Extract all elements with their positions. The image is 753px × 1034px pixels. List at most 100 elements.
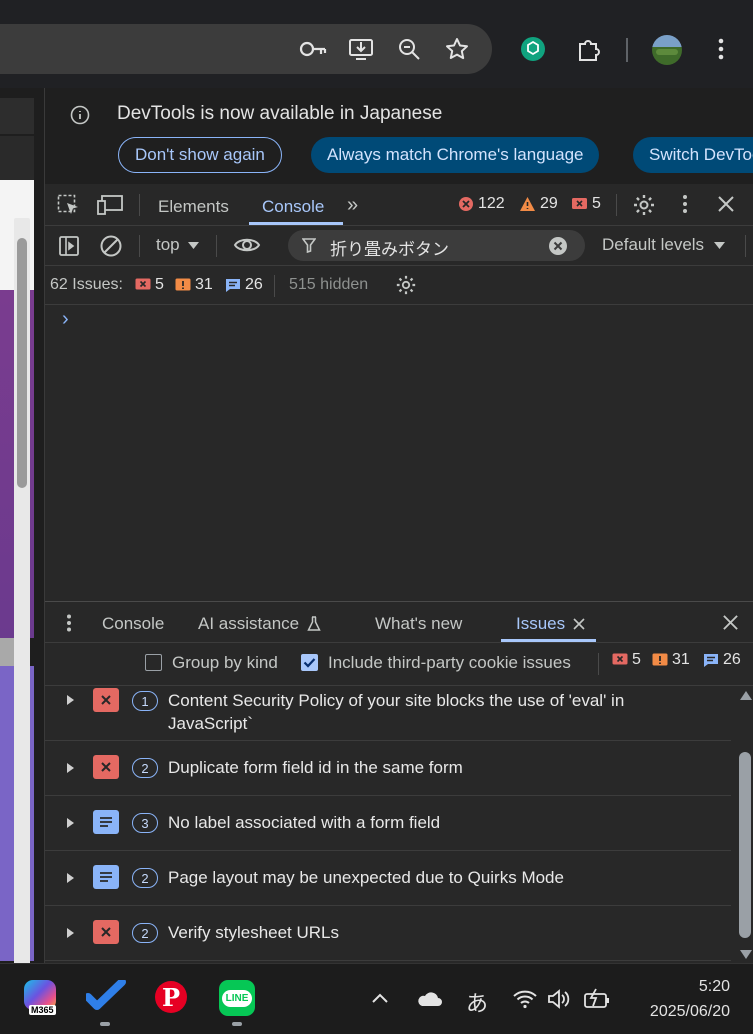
drawer-info-count: 26 bbox=[703, 651, 741, 669]
devtools-panel: DevTools is now available in Japanese Do… bbox=[44, 88, 753, 963]
m365-copilot-icon[interactable]: M365 bbox=[20, 978, 60, 1018]
issue-row[interactable]: 2 Verify stylesheet URLs bbox=[45, 906, 731, 961]
taskbar: M365 P LINE あ 5:20 2025/06/20 bbox=[0, 963, 753, 1034]
console-toolbar-divider-3 bbox=[745, 235, 746, 257]
profile-avatar[interactable] bbox=[652, 35, 682, 65]
error-count: 122 bbox=[478, 195, 505, 212]
page-scrollbar[interactable] bbox=[14, 218, 30, 994]
onedrive-cloud-icon[interactable] bbox=[416, 990, 442, 1007]
clock-date[interactable]: 2025/06/20 bbox=[620, 1003, 730, 1021]
issue-count-badge: 3 bbox=[132, 813, 158, 833]
issue-row[interactable]: 3 No label associated with a form field bbox=[45, 796, 731, 851]
issues-toolbar: Group by kind Include third-party cookie… bbox=[45, 643, 753, 686]
group-by-kind-checkbox[interactable] bbox=[145, 654, 162, 671]
console-toolbar-divider-2 bbox=[216, 235, 217, 257]
settings-gear-icon[interactable] bbox=[632, 193, 656, 217]
clear-console-icon[interactable] bbox=[99, 234, 123, 258]
error-icon bbox=[459, 197, 473, 211]
address-bar[interactable] bbox=[0, 24, 492, 74]
chevron-up-icon[interactable] bbox=[371, 993, 389, 1004]
tabbar-divider-2 bbox=[616, 194, 617, 216]
line-label: LINE bbox=[221, 989, 253, 1007]
include-third-party-checkbox[interactable] bbox=[301, 654, 318, 671]
zoom-icon[interactable] bbox=[394, 34, 424, 64]
console-toolbar: top 折り畳みボタン Default levels bbox=[45, 226, 753, 266]
bookmark-star-icon[interactable] bbox=[442, 34, 472, 64]
todo-app-icon[interactable] bbox=[86, 980, 126, 1026]
switch-to-japanese-button[interactable]: Switch DevTools to Japanese bbox=[633, 137, 753, 173]
tabbar-divider bbox=[139, 194, 140, 216]
expand-arrow-icon[interactable] bbox=[67, 763, 74, 773]
wifi-icon[interactable] bbox=[512, 989, 538, 1009]
issue-info-icon bbox=[93, 865, 119, 889]
issue-count-badge: 1 bbox=[132, 691, 158, 711]
clock-time[interactable]: 5:20 bbox=[620, 978, 730, 996]
close-devtools-icon[interactable] bbox=[717, 195, 735, 213]
expand-arrow-icon[interactable] bbox=[67, 818, 74, 828]
console-toolbar-divider bbox=[139, 235, 140, 257]
line-app-icon[interactable]: LINE bbox=[219, 980, 255, 1026]
chevron-down-icon bbox=[714, 241, 726, 249]
active-tab-indicator bbox=[249, 222, 343, 225]
issues-error-count: 5 bbox=[135, 276, 164, 294]
tab-console[interactable]: Console bbox=[262, 197, 324, 217]
issue-info-icon bbox=[93, 810, 119, 834]
issue-row[interactable]: 2 Page layout may be unexpected due to Q… bbox=[45, 851, 731, 906]
flask-icon bbox=[307, 616, 321, 631]
tab-elements[interactable]: Elements bbox=[158, 197, 229, 217]
dont-show-again-button[interactable]: Don't show again bbox=[118, 137, 282, 173]
console-filter-input[interactable]: 折り畳みボタン bbox=[288, 230, 585, 261]
expand-arrow-icon[interactable] bbox=[67, 695, 74, 705]
drawer-error-count: 5 bbox=[612, 651, 641, 669]
menu-icon[interactable] bbox=[706, 34, 736, 64]
install-icon[interactable] bbox=[346, 34, 376, 64]
close-drawer-icon[interactable] bbox=[722, 614, 739, 631]
issues-warning-count: 31 bbox=[175, 276, 213, 294]
live-expression-eye-icon[interactable] bbox=[233, 235, 261, 255]
drawer-tab-issues[interactable]: Issues bbox=[516, 614, 585, 634]
more-options-icon[interactable] bbox=[682, 194, 688, 214]
pinterest-icon[interactable]: P bbox=[155, 981, 187, 1013]
device-toolbar-icon[interactable] bbox=[97, 194, 125, 216]
drawer-warning-count: 31 bbox=[652, 651, 690, 669]
ime-indicator[interactable]: あ bbox=[466, 986, 488, 1018]
browser-toolbar bbox=[0, 0, 753, 88]
issue-row[interactable]: 2 Duplicate form field id in the same fo… bbox=[45, 741, 731, 796]
context-selector[interactable]: top bbox=[156, 235, 199, 255]
scrollbar-thumb[interactable] bbox=[739, 752, 751, 938]
issues-scrollbar[interactable] bbox=[736, 686, 753, 964]
drawer-tab-ai-assistance[interactable]: AI assistance bbox=[198, 614, 321, 634]
issue-count-badge: 2 bbox=[132, 923, 158, 943]
extensions-icon[interactable] bbox=[573, 34, 603, 64]
page-header-fragment bbox=[0, 98, 34, 134]
console-settings-gear-icon[interactable] bbox=[395, 274, 417, 296]
drawer-active-tab-indicator bbox=[501, 639, 596, 642]
log-levels-dropdown[interactable]: Default levels bbox=[602, 235, 726, 255]
issue-error-icon bbox=[612, 653, 628, 665]
warning-count-badge[interactable]: 29 bbox=[519, 195, 558, 213]
key-icon[interactable] bbox=[298, 34, 328, 64]
more-tabs-icon[interactable]: » bbox=[347, 194, 358, 217]
sidebar-toggle-icon[interactable] bbox=[58, 235, 80, 257]
speaker-icon[interactable] bbox=[547, 989, 571, 1009]
console-prompt[interactable]: › bbox=[62, 308, 69, 331]
issue-info-icon bbox=[226, 278, 240, 292]
issue-count-badge[interactable]: 5 bbox=[571, 195, 601, 213]
inspect-element-icon[interactable] bbox=[57, 194, 81, 216]
chatgpt-extension-icon[interactable] bbox=[518, 34, 548, 64]
issues-summary-bar[interactable]: 62 Issues: 5 31 26 515 hidden bbox=[45, 266, 753, 305]
include-third-party-label: Include third-party cookie issues bbox=[328, 653, 571, 672]
expand-arrow-icon[interactable] bbox=[67, 873, 74, 883]
expand-arrow-icon[interactable] bbox=[67, 928, 74, 938]
error-count-badge[interactable]: 122 bbox=[458, 195, 505, 213]
always-match-language-button[interactable]: Always match Chrome's language bbox=[311, 137, 600, 173]
issue-row[interactable]: 1 Content Security Policy of your site b… bbox=[45, 686, 731, 741]
drawer-tab-console[interactable]: Console bbox=[102, 614, 164, 634]
drawer-menu-icon[interactable] bbox=[66, 614, 72, 632]
battery-charging-icon[interactable] bbox=[583, 988, 611, 1010]
issue-warning-icon bbox=[175, 278, 191, 290]
console-output[interactable]: › bbox=[45, 305, 753, 601]
language-infobar: DevTools is now available in Japanese Do… bbox=[45, 88, 753, 184]
drawer-tab-whats-new[interactable]: What's new bbox=[375, 614, 462, 634]
issues-list[interactable]: 1 Content Security Policy of your site b… bbox=[45, 686, 753, 964]
